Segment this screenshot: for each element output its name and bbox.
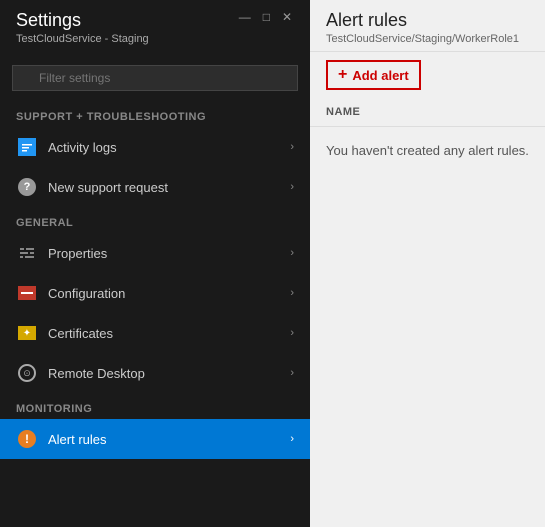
remote-desktop-label: Remote Desktop [48, 366, 290, 381]
sidebar-item-new-support[interactable]: ? New support request › [0, 167, 310, 207]
alert-rules-table-header: NAME [310, 98, 545, 127]
new-support-icon: ? [16, 176, 38, 198]
alert-rules-chevron: › [290, 433, 294, 445]
settings-title: Settings [16, 10, 149, 31]
certificates-label: Certificates [48, 326, 290, 341]
certificates-icon: ✦ [16, 322, 38, 344]
new-support-label: New support request [48, 180, 290, 195]
settings-header-left: Settings TestCloudService - Staging [16, 10, 149, 55]
minimize-button[interactable]: — [237, 10, 253, 24]
alert-rules-empty-message: You haven't created any alert rules. [310, 127, 545, 174]
settings-header: Settings TestCloudService - Staging — □ … [0, 0, 310, 55]
sidebar-item-certificates[interactable]: ✦ Certificates › [0, 313, 310, 353]
alert-rules-subtitle: TestCloudService/Staging/WorkerRole1 [326, 33, 529, 45]
properties-chevron: › [290, 247, 294, 259]
configuration-chevron: › [290, 287, 294, 299]
activity-logs-chevron: › [290, 141, 294, 153]
alert-rules-icon: ! [16, 428, 38, 450]
sidebar-item-activity-logs[interactable]: Activity logs › [0, 127, 310, 167]
section-label-support: SUPPORT + TROUBLESHOOTING [0, 101, 310, 127]
alert-rules-label: Alert rules [48, 432, 290, 447]
configuration-icon [16, 282, 38, 304]
window-controls: — □ ✕ [237, 10, 294, 24]
section-label-general: GENERAL [0, 207, 310, 233]
activity-logs-icon [16, 136, 38, 158]
new-support-chevron: › [290, 181, 294, 193]
settings-panel: Settings TestCloudService - Staging — □ … [0, 0, 310, 527]
alert-rules-title: Alert rules [326, 10, 529, 31]
alert-rules-toolbar: + Add alert [310, 52, 545, 98]
alert-rules-header: Alert rules TestCloudService/Staging/Wor… [310, 0, 545, 52]
add-alert-button[interactable]: + Add alert [326, 60, 421, 90]
properties-label: Properties [48, 246, 290, 261]
search-container: 🔍 [0, 55, 310, 101]
activity-logs-label: Activity logs [48, 140, 290, 155]
sidebar-item-configuration[interactable]: Configuration › [0, 273, 310, 313]
properties-icon [16, 242, 38, 264]
configuration-label: Configuration [48, 286, 290, 301]
settings-subtitle: TestCloudService - Staging [16, 33, 149, 45]
close-button[interactable]: ✕ [280, 10, 294, 24]
sidebar-item-properties[interactable]: Properties › [0, 233, 310, 273]
settings-content: SUPPORT + TROUBLESHOOTING Activity logs … [0, 101, 310, 527]
certificates-chevron: › [290, 327, 294, 339]
sidebar-item-alert-rules[interactable]: ! Alert rules › [0, 419, 310, 459]
sidebar-item-remote-desktop[interactable]: ⊙ Remote Desktop › [0, 353, 310, 393]
add-icon: + [338, 66, 347, 84]
maximize-button[interactable]: □ [261, 10, 272, 24]
search-input[interactable] [12, 65, 298, 91]
section-label-monitoring: MONITORING [0, 393, 310, 419]
alert-rules-panel: Alert rules TestCloudService/Staging/Wor… [310, 0, 545, 527]
add-alert-label: Add alert [352, 68, 408, 83]
remote-desktop-chevron: › [290, 367, 294, 379]
search-wrapper: 🔍 [12, 65, 298, 91]
remote-desktop-icon: ⊙ [16, 362, 38, 384]
